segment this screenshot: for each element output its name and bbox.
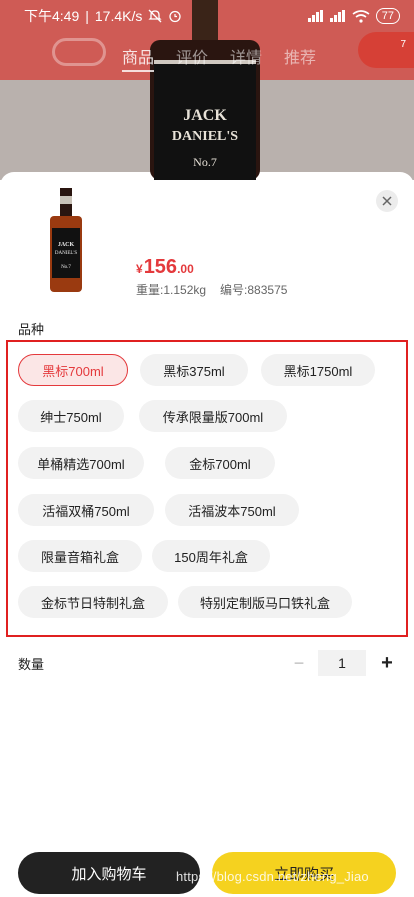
variant-chip[interactable]: 单桶精选700ml bbox=[18, 447, 144, 479]
product-meta: 重量:1.152kg 编号:883575 bbox=[136, 281, 287, 298]
sku-selector-sheet: JACK DANIEL'S No.7 ¥ 156 .00 重量:1.152kg … bbox=[0, 172, 414, 897]
wifi-icon bbox=[352, 9, 370, 23]
background-tab: 详情 bbox=[230, 50, 263, 67]
price-currency: ¥ bbox=[136, 262, 143, 276]
signal-icon bbox=[307, 10, 323, 22]
price-decimal: .00 bbox=[177, 262, 194, 276]
variant-chip[interactable]: 黑标375ml bbox=[140, 354, 248, 386]
close-icon bbox=[382, 196, 392, 206]
variant-chip[interactable]: 限量音箱礼盒 bbox=[18, 540, 142, 572]
signal-icon-2 bbox=[329, 10, 345, 22]
quantity-increase-button[interactable]: + bbox=[376, 652, 398, 674]
svg-text:JACK: JACK bbox=[183, 107, 227, 124]
quantity-input[interactable]: 1 bbox=[318, 650, 366, 676]
variant-chip[interactable]: 金标700ml bbox=[165, 447, 275, 479]
background-badge-count: 7 bbox=[400, 39, 406, 50]
background-product-page: 下午4:49 | 17.4K/s 77 商品 评价 详情 推荐 7 JACK D… bbox=[0, 0, 414, 180]
status-time: 下午4:49 bbox=[24, 8, 80, 24]
variant-options: 黑标700ml 黑标375ml 黑标1750ml 绅士750ml 传承限量版70… bbox=[6, 340, 408, 637]
svg-text:No.7: No.7 bbox=[193, 155, 217, 169]
alarm-icon bbox=[169, 10, 182, 23]
product-code: 编号:883575 bbox=[220, 283, 288, 297]
product-thumbnail: JACK DANIEL'S No.7 bbox=[50, 188, 82, 292]
quantity-stepper: − 1 + bbox=[290, 650, 398, 676]
background-tabs: 商品 评价 详情 推荐 bbox=[122, 44, 316, 72]
add-to-cart-button[interactable]: 加入购物车 bbox=[18, 852, 200, 894]
background-back-button bbox=[52, 38, 106, 66]
svg-text:JACK: JACK bbox=[58, 242, 75, 248]
variant-chip[interactable]: 金标节日特制礼盒 bbox=[18, 586, 168, 618]
variant-chip[interactable]: 黑标1750ml bbox=[261, 354, 375, 386]
status-bar: 下午4:49 | 17.4K/s 77 bbox=[0, 0, 414, 32]
variant-chip[interactable]: 活福双桶750ml bbox=[18, 494, 154, 526]
variant-chip[interactable]: 活福波本750ml bbox=[165, 494, 299, 526]
quantity-label: 数量 bbox=[18, 657, 45, 672]
background-tab: 商品 bbox=[122, 44, 155, 72]
price-integer: 156 bbox=[143, 256, 178, 278]
background-promo-badge bbox=[358, 32, 414, 68]
svg-text:No.7: No.7 bbox=[61, 265, 71, 270]
battery-indicator: 77 bbox=[375, 8, 400, 24]
background-tab: 推荐 bbox=[284, 50, 317, 67]
quantity-decrease-button[interactable]: − bbox=[290, 653, 308, 673]
mute-icon bbox=[148, 9, 162, 23]
watermark-text: https://blog.csdn.net/zheng_Jiao bbox=[176, 869, 369, 884]
close-button[interactable] bbox=[376, 190, 398, 212]
variant-chip-selected[interactable]: 黑标700ml bbox=[18, 354, 128, 386]
variant-section-label: 品种 bbox=[18, 322, 45, 337]
background-tab: 评价 bbox=[176, 50, 209, 67]
variant-chip[interactable]: 150周年礼盒 bbox=[152, 540, 270, 572]
product-weight: 重量:1.152kg bbox=[136, 283, 207, 297]
svg-text:DANIEL'S: DANIEL'S bbox=[172, 129, 238, 144]
variant-chip[interactable]: 绅士750ml bbox=[18, 400, 124, 432]
svg-text:DANIEL'S: DANIEL'S bbox=[55, 251, 78, 256]
status-speed: 17.4K/s bbox=[94, 8, 143, 24]
variant-chip[interactable]: 传承限量版700ml bbox=[139, 400, 287, 432]
variant-chip[interactable]: 特别定制版马口铁礼盒 bbox=[178, 586, 352, 618]
product-price: ¥ 156 .00 bbox=[136, 256, 194, 279]
